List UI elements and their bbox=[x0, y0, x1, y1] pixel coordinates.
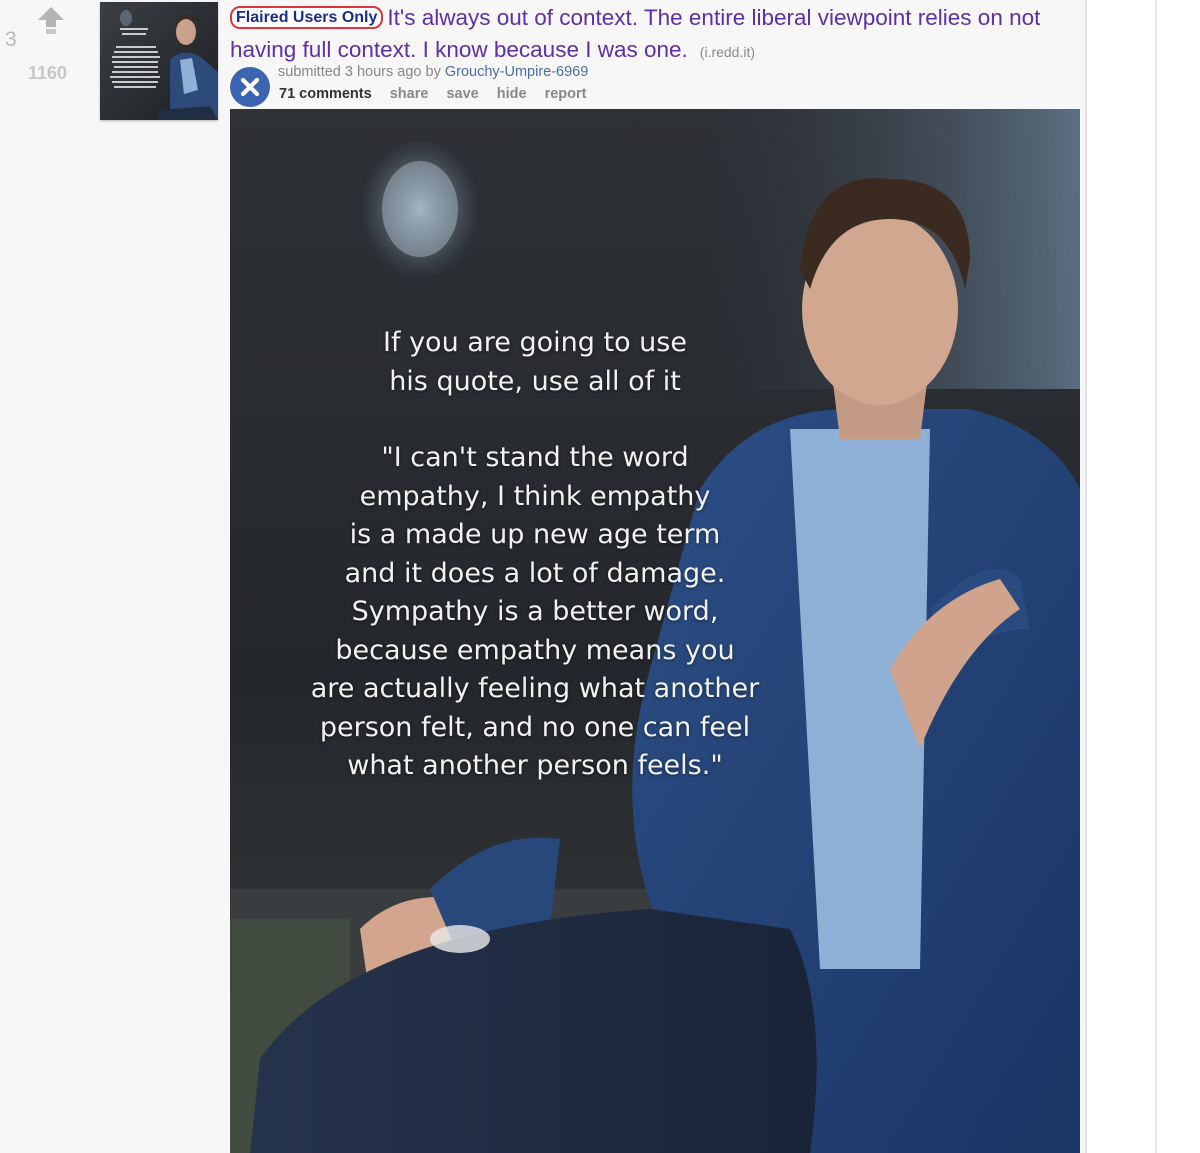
hide-button[interactable]: hide bbox=[497, 86, 527, 102]
save-button[interactable]: save bbox=[446, 86, 478, 102]
author-link[interactable]: Grouchy-Umpire-6969 bbox=[445, 64, 588, 80]
post-rank: 3 bbox=[5, 28, 17, 51]
quote-line: person felt, and no one can feel bbox=[319, 711, 751, 743]
gutter-divider-secondary bbox=[1155, 0, 1157, 1153]
close-icon[interactable] bbox=[230, 67, 270, 107]
post-title-block: Flaired Users Only It's always out of con… bbox=[230, 3, 1080, 67]
expanded-image[interactable]: If you are going to use his quote, use a… bbox=[230, 109, 1080, 1153]
flair-badge: Flaired Users Only bbox=[230, 6, 384, 29]
share-button[interactable]: share bbox=[390, 86, 429, 102]
quote-intro-line: If you are going to use bbox=[383, 327, 687, 358]
report-button[interactable]: report bbox=[545, 86, 587, 102]
image-quote-text: If you are going to use his quote, use a… bbox=[285, 324, 785, 786]
page: 3 1160 Flaired Users Only It's always ou… bbox=[0, 0, 1200, 1153]
quote-line: what another person feels." bbox=[347, 750, 723, 781]
quote-line: because empathy means you bbox=[335, 634, 735, 666]
upvote-arrow-icon[interactable] bbox=[37, 6, 65, 36]
quote-line: Sympathy is a better word, bbox=[351, 596, 719, 627]
right-gutter bbox=[1085, 0, 1200, 1153]
comments-link[interactable]: 71 comments bbox=[279, 86, 372, 102]
post-thumbnail[interactable] bbox=[100, 2, 218, 120]
gutter-divider bbox=[1085, 0, 1087, 1153]
post-domain[interactable]: (i.redd.it) bbox=[700, 44, 755, 60]
quote-line: and it does a lot of damage. bbox=[344, 557, 726, 589]
quote-gap bbox=[285, 401, 785, 439]
quote-line: empathy, I think empathy bbox=[359, 480, 711, 512]
submitted-text: submitted 3 hours ago by bbox=[278, 64, 445, 80]
quote-line: are actually feeling what another bbox=[310, 673, 760, 704]
quote-intro-line: his quote, use all of it bbox=[389, 365, 681, 397]
post-tagline: submitted 3 hours ago by Grouchy-Umpire-… bbox=[278, 64, 588, 80]
quote-line: is a made up new age term bbox=[349, 519, 721, 550]
post-actions: 71 comments share save hide report bbox=[279, 86, 601, 102]
quote-line: "I can't stand the word bbox=[381, 442, 689, 473]
post-score: 1160 bbox=[28, 63, 68, 83]
